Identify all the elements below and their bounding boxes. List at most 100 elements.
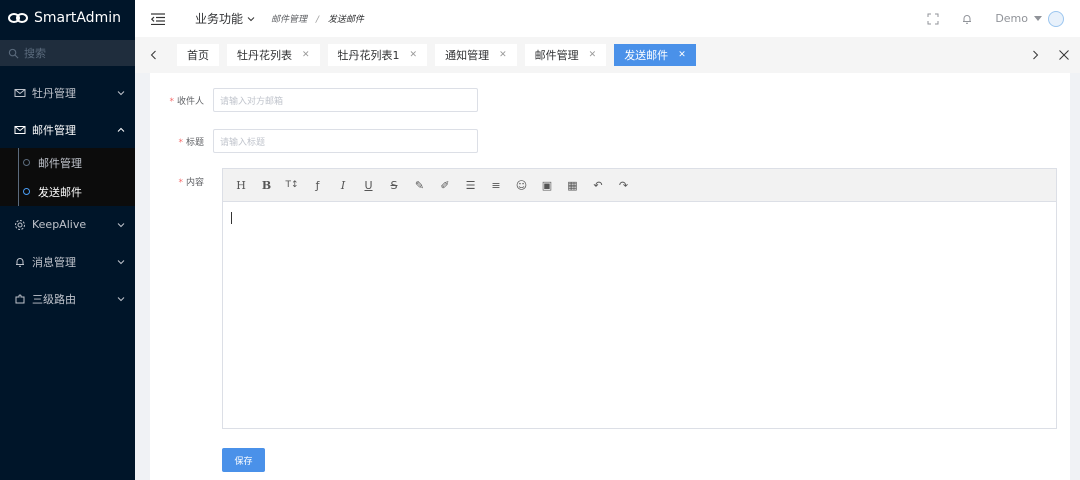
tab-send-mail[interactable]: 发送邮件 ✕ xyxy=(614,44,696,66)
subject-label-text: 标题 xyxy=(185,137,204,148)
tab-peony-list-1[interactable]: 牡丹花列表1 ✕ xyxy=(327,44,428,66)
breadcrumb: 邮件管理 / 发送邮件 xyxy=(271,12,364,25)
sidebar-item-label: 三级路由 xyxy=(32,292,76,306)
content-label: * 内容 xyxy=(150,175,213,188)
sidebar-item-label: 牡丹管理 xyxy=(32,86,76,100)
sidebar-subitem-mail-manage[interactable]: 邮件管理 xyxy=(0,148,135,177)
list-icon[interactable]: ☰ xyxy=(465,179,477,192)
form-row-subject: * 标题 请输入标题 xyxy=(150,129,478,153)
tab-close-icon[interactable]: ✕ xyxy=(302,50,310,60)
tab-close-icon[interactable]: ✕ xyxy=(499,50,507,60)
avatar xyxy=(1048,10,1064,27)
tree-dot xyxy=(23,188,30,195)
bold-icon[interactable]: B xyxy=(261,179,273,192)
italic-icon[interactable]: I xyxy=(337,179,349,192)
sidebar-item-keepalive[interactable]: KeepAlive xyxy=(0,206,135,243)
subject-input[interactable]: 请输入标题 xyxy=(213,129,478,153)
chevron-right-icon[interactable] xyxy=(1030,50,1040,60)
chevron-down-icon xyxy=(117,259,125,264)
undo-icon[interactable]: ↶ xyxy=(592,179,604,192)
sidebar-item-peony[interactable]: 牡丹管理 xyxy=(0,74,135,111)
strikethrough-icon[interactable]: S xyxy=(388,179,400,192)
sidebar-subitem-label: 邮件管理 xyxy=(38,156,82,170)
sidebar-search[interactable]: 搜索 xyxy=(0,40,135,66)
mail-icon xyxy=(14,125,26,134)
breadcrumb-separator: / xyxy=(315,15,319,25)
required-mark: * xyxy=(178,178,183,188)
text-color-icon[interactable]: ✎ xyxy=(414,179,426,192)
search-icon xyxy=(8,48,19,58)
tab-bar: 首页 牡丹花列表 ✕ 牡丹花列表1 ✕ 通知管理 ✕ 邮件管理 ✕ 发送邮件 ✕ xyxy=(135,37,1080,73)
text-cursor xyxy=(231,212,232,224)
editor-body[interactable] xyxy=(223,202,1056,428)
user-menu[interactable]: Demo xyxy=(995,10,1064,27)
breadcrumb-current: 发送邮件 xyxy=(327,15,364,25)
business-menu-dropdown[interactable]: 业务功能 xyxy=(195,10,255,27)
tab-close-icon[interactable]: ✕ xyxy=(678,50,686,60)
subject-placeholder: 请输入标题 xyxy=(220,137,266,148)
bell-icon[interactable] xyxy=(961,13,973,25)
tree-line xyxy=(18,148,19,177)
gear-icon xyxy=(15,219,25,230)
close-icon[interactable] xyxy=(1058,49,1070,61)
recipient-placeholder: 请输入对方邮箱 xyxy=(220,96,284,107)
tab-label: 通知管理 xyxy=(445,49,490,62)
underline-icon[interactable]: U xyxy=(363,179,375,192)
mail-icon xyxy=(14,88,26,97)
background-color-icon[interactable]: ✐ xyxy=(439,179,451,192)
sidebar-item-mail[interactable]: 邮件管理 xyxy=(0,111,135,148)
tab-label: 首页 xyxy=(187,49,209,62)
tab-notice-manage[interactable]: 通知管理 ✕ xyxy=(435,44,517,66)
table-icon[interactable]: ▦ xyxy=(567,179,579,192)
tab-mail-manage[interactable]: 邮件管理 ✕ xyxy=(524,44,607,66)
chevron-down-icon xyxy=(247,16,255,21)
sidebar-subitem-send-mail[interactable]: 发送邮件 xyxy=(0,177,135,206)
business-menu-label: 业务功能 xyxy=(195,12,244,26)
breadcrumb-item[interactable]: 邮件管理 xyxy=(271,15,307,25)
font-size-icon[interactable]: T↕ xyxy=(285,179,298,191)
sidebar: SmartAdmin 搜索 牡丹管理 邮件管理 邮件管理 发送邮件 KeepAl… xyxy=(0,0,135,480)
align-icon[interactable]: ≡ xyxy=(490,179,502,192)
recipient-input[interactable]: 请输入对方邮箱 xyxy=(213,88,478,112)
image-icon[interactable]: ▣ xyxy=(541,179,553,192)
recipient-label-text: 收件人 xyxy=(176,96,204,107)
recipient-label: * 收件人 xyxy=(150,94,213,107)
chevron-left-icon[interactable] xyxy=(149,50,159,60)
tab-home[interactable]: 首页 xyxy=(177,44,219,66)
tab-close-icon[interactable]: ✕ xyxy=(410,50,418,60)
logo-icon xyxy=(8,13,28,23)
heading-icon[interactable]: H xyxy=(235,179,247,192)
tree-line xyxy=(18,177,19,206)
rich-text-editor: H B T↕ ƒ I U S ✎ ✐ ☰ ≡ ☺ ▣ ▦ ↶ ↷ xyxy=(222,168,1057,429)
redo-icon[interactable]: ↷ xyxy=(618,179,630,192)
sidebar-menu: 牡丹管理 邮件管理 邮件管理 发送邮件 KeepAlive 消息管理 三级路由 xyxy=(0,74,135,317)
save-button[interactable]: 保存 xyxy=(222,448,265,472)
fullscreen-icon[interactable] xyxy=(927,13,939,25)
app-title: SmartAdmin xyxy=(34,10,121,26)
emoji-icon[interactable]: ☺ xyxy=(516,179,528,192)
required-mark: * xyxy=(169,96,174,107)
form-row-content: * 内容 xyxy=(150,175,213,188)
required-mark: * xyxy=(178,137,183,148)
top-header: 业务功能 邮件管理 / 发送邮件 Demo xyxy=(135,0,1080,37)
puzzle-icon xyxy=(15,294,25,303)
search-placeholder: 搜索 xyxy=(24,47,46,60)
tab-close-icon[interactable]: ✕ xyxy=(589,50,597,60)
header-actions: Demo xyxy=(927,0,1064,37)
sidebar-subitem-label: 发送邮件 xyxy=(38,185,82,199)
sidebar-item-label: KeepAlive xyxy=(32,218,87,231)
chevron-down-icon xyxy=(117,222,125,227)
sidebar-item-messages[interactable]: 消息管理 xyxy=(0,243,135,280)
tab-peony-list[interactable]: 牡丹花列表 ✕ xyxy=(227,44,320,66)
tree-dot xyxy=(23,159,30,166)
chevron-down-icon xyxy=(117,90,125,95)
font-family-icon[interactable]: ƒ xyxy=(312,179,324,192)
chevron-down-icon xyxy=(117,296,125,301)
editor-toolbar: H B T↕ ƒ I U S ✎ ✐ ☰ ≡ ☺ ▣ ▦ ↶ ↷ xyxy=(223,169,1056,202)
bell-icon xyxy=(16,257,24,267)
logo[interactable]: SmartAdmin xyxy=(0,0,135,36)
tab-label: 邮件管理 xyxy=(534,49,579,62)
menu-fold-icon[interactable] xyxy=(151,12,165,25)
sidebar-item-nested-routes[interactable]: 三级路由 xyxy=(0,280,135,317)
content-label-text: 内容 xyxy=(185,178,204,188)
